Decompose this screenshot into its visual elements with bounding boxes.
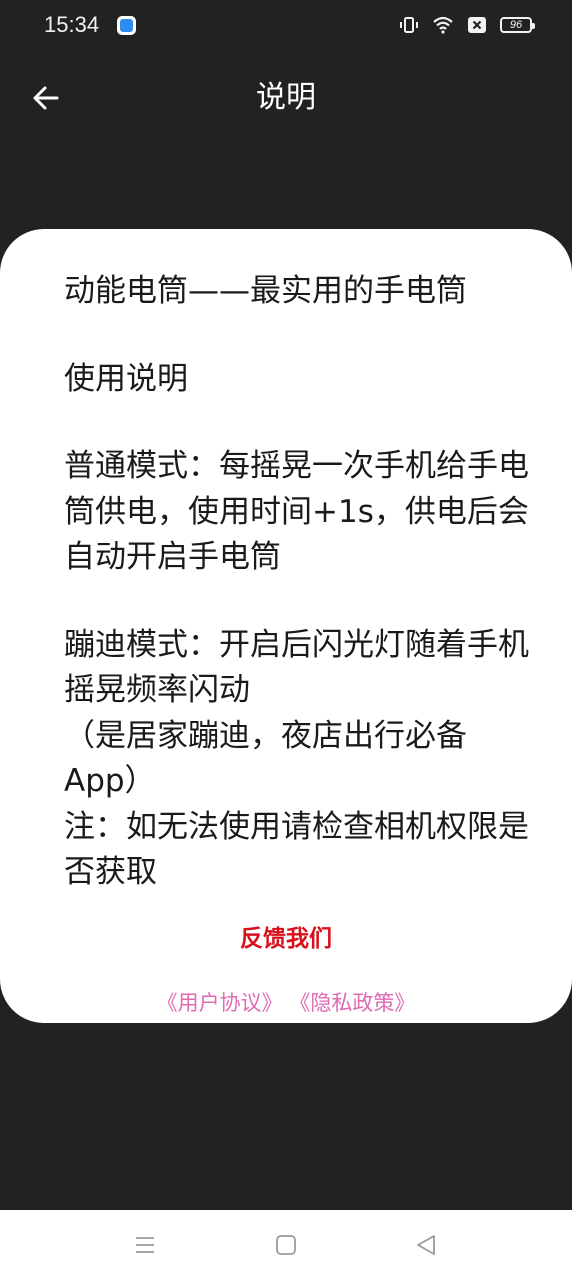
section-title: 使用说明	[64, 360, 188, 397]
feedback-link[interactable]: 反馈我们	[0, 919, 572, 953]
privacy-policy-link[interactable]: 《隐私政策》	[289, 991, 415, 1015]
vibrate-icon	[400, 17, 418, 33]
wifi-icon	[433, 16, 453, 34]
menu-button[interactable]	[132, 1232, 158, 1258]
instructions-card: 动能电筒——最实用的手电筒 使用说明 普通模式：每摇晃一次手机给手电筒供电，使用…	[0, 229, 572, 1023]
user-agreement-link[interactable]: 《用户协议》	[157, 991, 283, 1015]
battery-icon: 96	[500, 17, 535, 33]
app-notification-icon	[117, 16, 136, 35]
legal-links: 《用户协议》 《隐私政策》	[0, 987, 572, 1017]
home-button[interactable]	[273, 1232, 299, 1258]
permission-note-text: 注：如无法使用请检查相机权限是否获取	[64, 808, 529, 891]
disco-mode-text: 蹦迪模式：开启后闪光灯随着手机摇晃频率闪动	[64, 626, 529, 709]
status-time: 15:34	[44, 12, 100, 37]
system-nav-bar	[0, 1210, 572, 1280]
no-sim-icon	[468, 17, 486, 33]
disco-note-text: （是居家蹦迪，夜店出行必备App）	[64, 717, 467, 800]
menu-icon	[136, 1237, 154, 1253]
headline: 动能电筒——最实用的手电筒	[64, 273, 467, 309]
page-title: 说明	[256, 80, 316, 115]
status-icons: 96	[398, 14, 535, 36]
back-nav-button[interactable]	[413, 1232, 439, 1258]
home-icon	[276, 1235, 296, 1255]
normal-mode-text: 普通模式：每摇晃一次手机给手电筒供电，使用时间+1s，供电后会自动开启手电筒	[64, 448, 529, 575]
back-triangle-icon	[417, 1235, 435, 1255]
status-bar: 15:34 96	[0, 0, 572, 52]
app-bar: 说明	[0, 60, 572, 136]
instructions-body: 动能电筒——最实用的手电筒 使用说明 普通模式：每摇晃一次手机给手电筒供电，使用…	[64, 269, 534, 896]
